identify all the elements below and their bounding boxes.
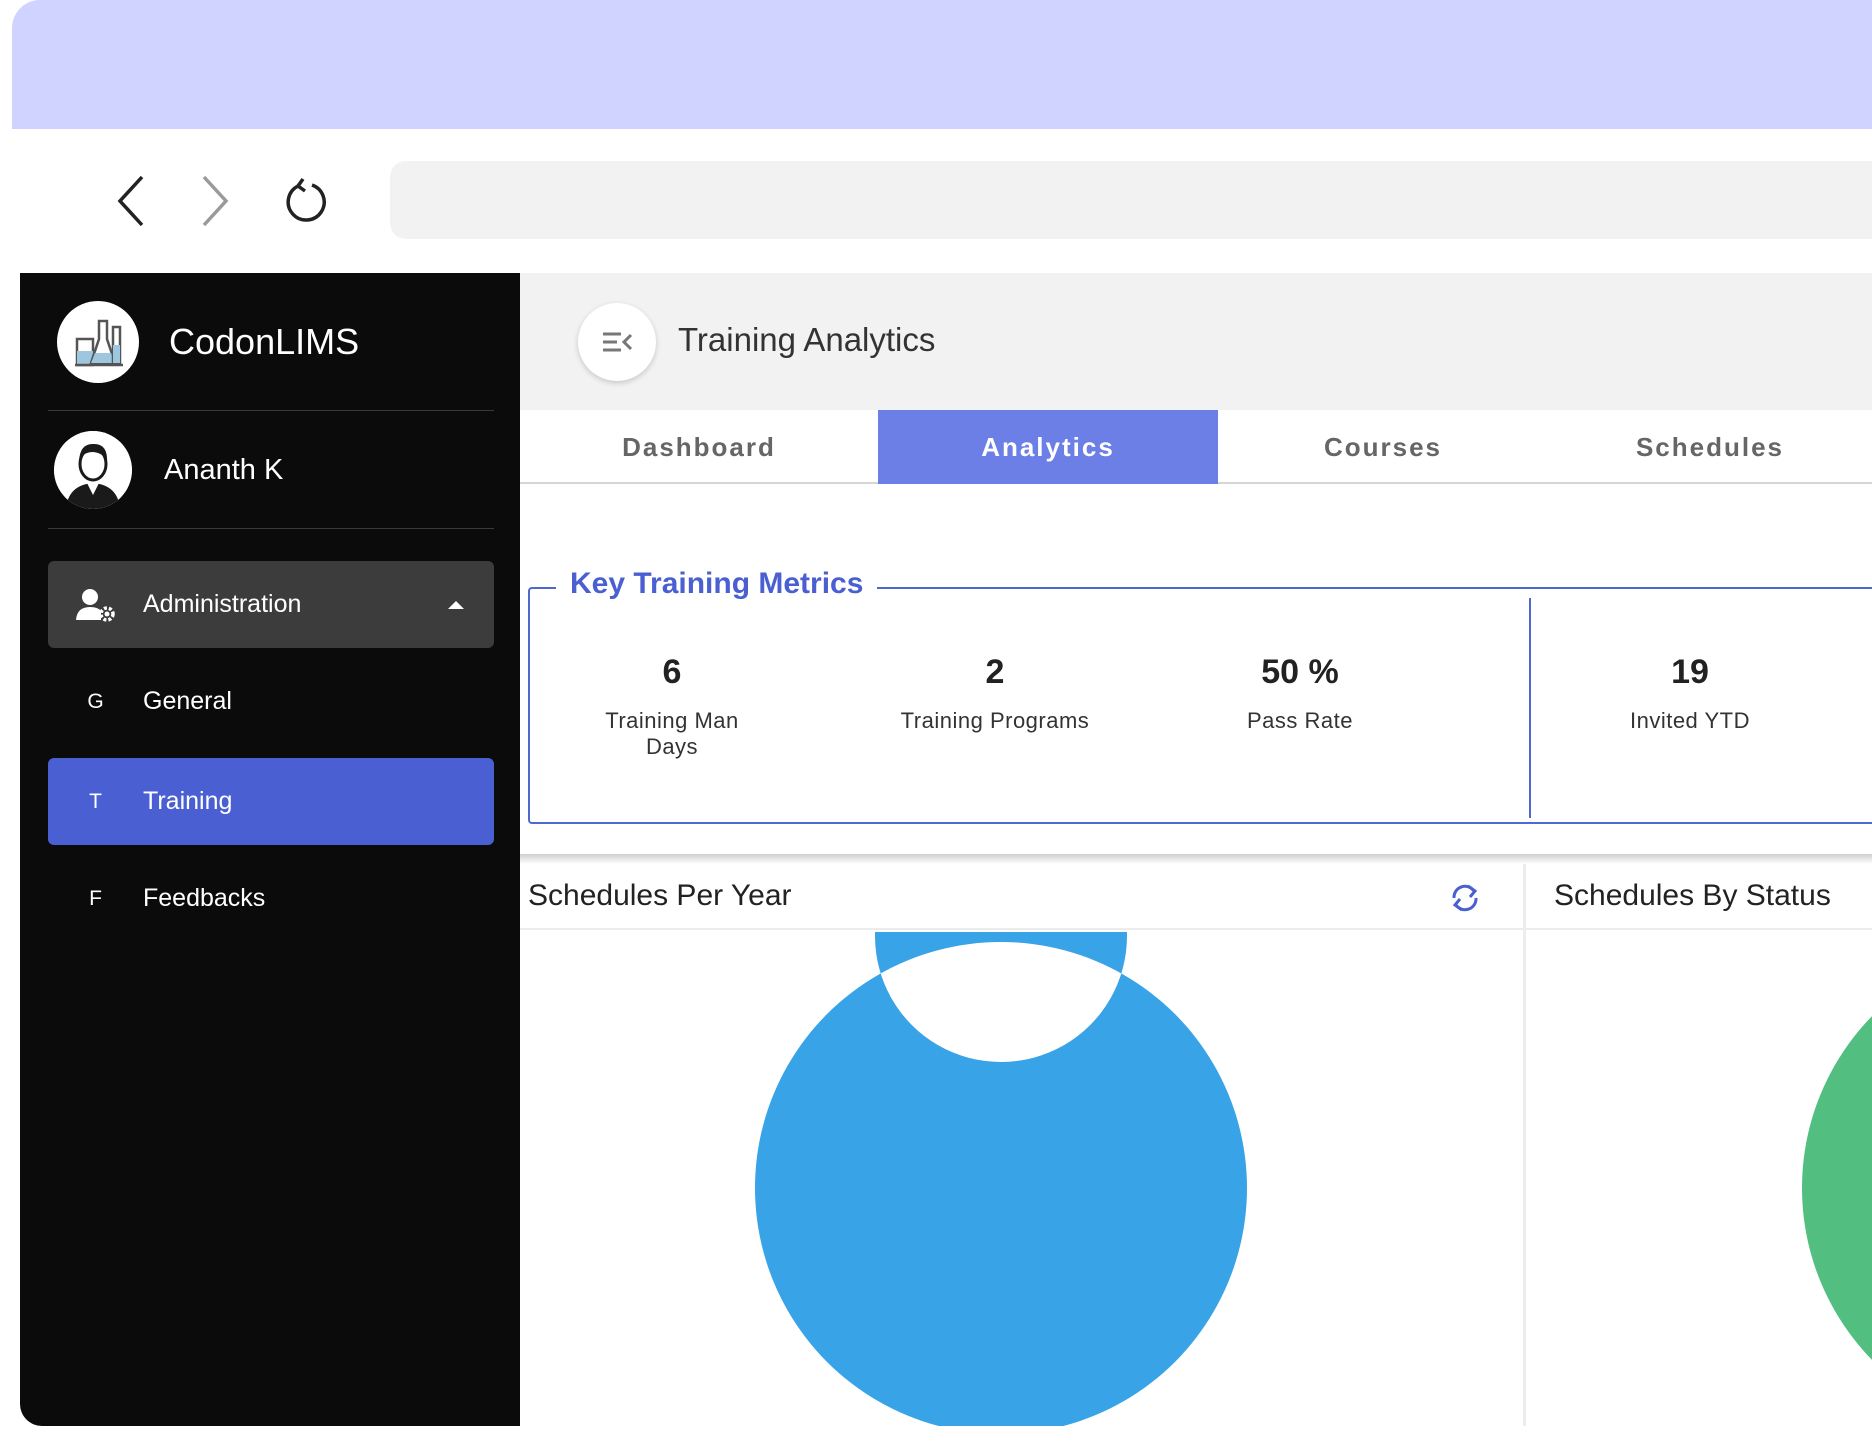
metric-invited-ytd: 19 Invited YTD	[1610, 653, 1770, 734]
menu-administration[interactable]: Administration	[48, 561, 494, 648]
menu-letter: T	[89, 789, 102, 813]
page-title: Training Analytics	[678, 321, 936, 358]
chevron-left-icon	[117, 175, 144, 227]
card-header: Schedules Per Year	[520, 864, 1523, 930]
lab-flask-logo-icon	[57, 301, 139, 383]
page-header: Training Analytics	[520, 273, 1872, 410]
sidebar: CodonLIMS Ananth K Administration G Gene…	[20, 273, 520, 1426]
browser-toolbar	[12, 129, 1872, 273]
forward-button[interactable]	[178, 165, 250, 237]
schedules-per-year-chart	[755, 932, 1247, 1426]
user-settings-icon	[48, 588, 143, 622]
browser-titlebar	[12, 0, 1872, 129]
menu-collapse-icon	[603, 332, 633, 352]
tab-analytics[interactable]: Analytics	[878, 410, 1218, 484]
brand[interactable]: CodonLIMS	[57, 301, 359, 383]
schedules-by-status-chart	[1802, 932, 1872, 1426]
main-content: Training Analytics Dashboard Analytics C…	[520, 273, 1872, 1426]
metric-programs: 2 Training Programs	[890, 653, 1100, 734]
back-button[interactable]	[96, 165, 168, 237]
menu-label: Administration	[143, 590, 302, 618]
tab-schedules[interactable]: Schedules	[1548, 410, 1872, 484]
metric-label: Pass Rate	[1247, 708, 1353, 733]
card-header: Schedules By Status	[1526, 864, 1872, 930]
metric-value: 2	[985, 653, 1005, 691]
sidebar-toggle-button[interactable]	[578, 303, 656, 381]
menu-item-training[interactable]: T Training	[48, 758, 494, 845]
menu-item-general[interactable]: G General	[48, 658, 494, 745]
donut-slice[interactable]	[1802, 932, 1872, 1426]
reload-icon	[286, 177, 326, 222]
card-title: Schedules By Status	[1554, 879, 1831, 912]
metric-value: 19	[1671, 653, 1709, 691]
reload-button[interactable]	[270, 165, 342, 237]
menu-letter: G	[87, 689, 104, 713]
refresh-icon[interactable]	[1448, 882, 1482, 919]
card-title: Schedules Per Year	[528, 879, 792, 912]
metric-man-days: 6 Training Man Days	[578, 653, 766, 760]
section-divider	[520, 854, 1872, 864]
metric-label: Training Programs	[900, 708, 1090, 733]
user-name: Ananth K	[164, 453, 284, 486]
brand-name: CodonLIMS	[169, 321, 360, 362]
schedules-by-status-card: Schedules By Status	[1526, 864, 1872, 1426]
key-metrics-legend: Key Training Metrics	[556, 567, 878, 601]
metrics-divider	[1529, 598, 1531, 818]
metric-pass-rate: 50 % Pass Rate	[1220, 653, 1380, 734]
tab-bar: Dashboard Analytics Courses Schedules	[520, 410, 1872, 484]
avatar	[54, 431, 132, 509]
menu-item-feedbacks[interactable]: F Feedbacks	[48, 855, 494, 942]
browser-window: CodonLIMS Ananth K Administration G Gene…	[12, 0, 1872, 1449]
metric-value: 6	[662, 653, 682, 691]
app-container: CodonLIMS Ananth K Administration G Gene…	[20, 273, 1872, 1426]
chevron-right-icon	[202, 175, 229, 227]
tab-courses[interactable]: Courses	[1218, 410, 1548, 484]
caret-up-icon	[448, 601, 464, 609]
menu-letter: F	[89, 886, 102, 910]
schedules-per-year-card: Schedules Per Year	[520, 864, 1523, 1426]
menu-label: Training	[143, 787, 233, 815]
tab-dashboard[interactable]: Dashboard	[520, 410, 878, 484]
metric-label: Training Man Days	[605, 708, 739, 759]
address-bar[interactable]	[390, 161, 1872, 239]
menu-label: Feedbacks	[143, 884, 266, 912]
divider	[48, 410, 494, 411]
menu-label: General	[143, 687, 232, 715]
user-profile[interactable]: Ananth K	[54, 431, 283, 509]
metric-value: 50 %	[1261, 653, 1339, 691]
metric-label: Invited YTD	[1629, 708, 1751, 733]
divider	[48, 528, 494, 529]
